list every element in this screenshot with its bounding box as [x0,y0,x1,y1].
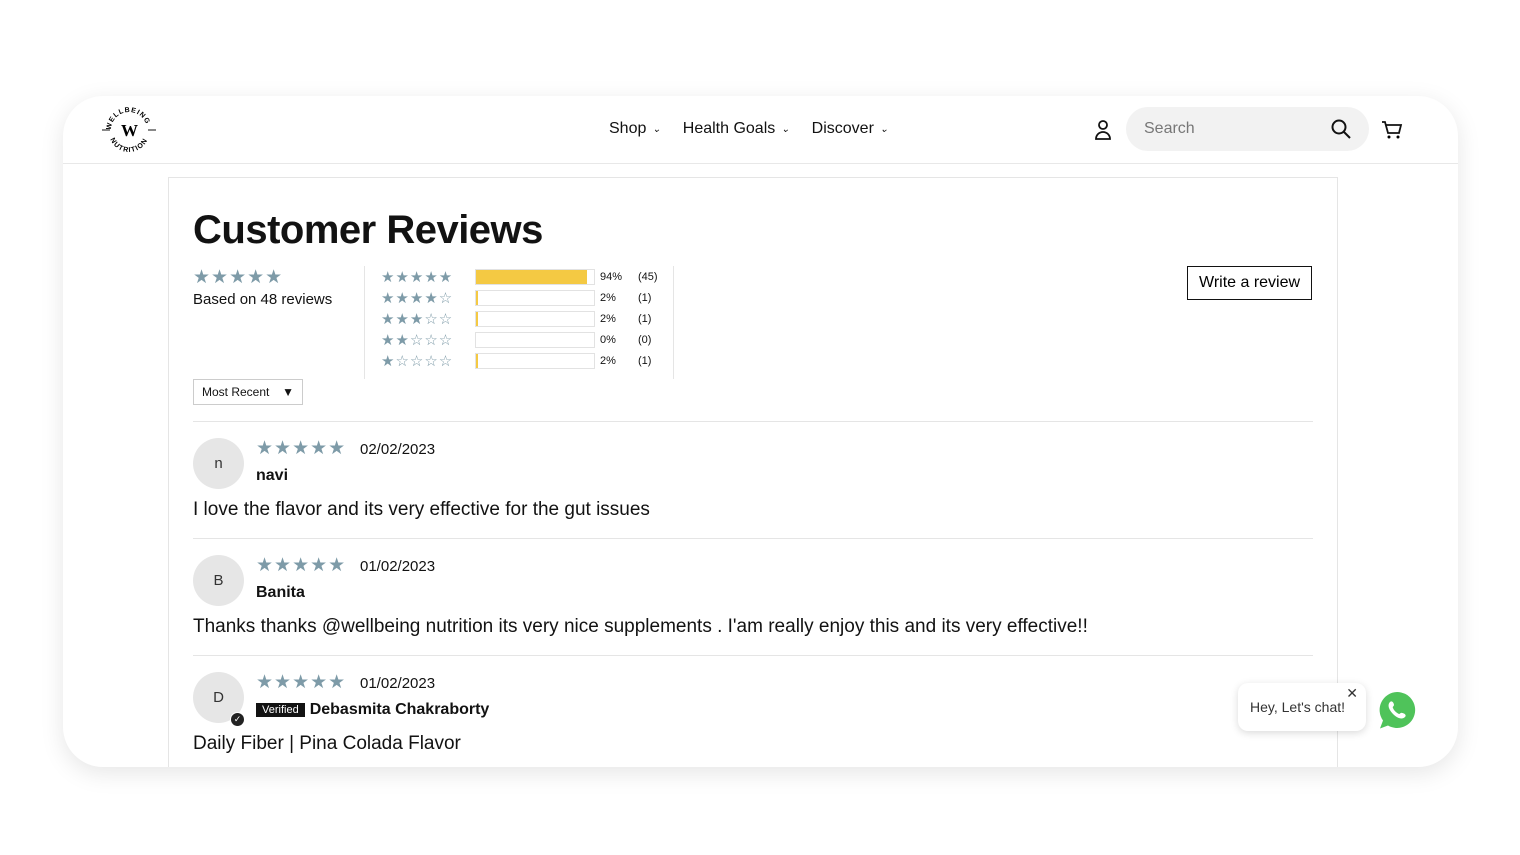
histogram-row[interactable]: ★★★☆☆ 2% (1) [381,308,673,329]
verified-check-icon: ✓ [230,712,245,727]
close-icon[interactable]: ✕ [1346,685,1358,702]
histogram-bar-fill [476,311,479,326]
star-rating-icon: ★★☆☆☆ [381,331,454,349]
reviewer-name-text: Debasmita Chakraborty [309,701,490,718]
nav-discover[interactable]: Discover ⌄ [812,120,889,138]
wellbeing-nutrition-logo[interactable]: WELLBEING NUTRITION W [99,100,159,160]
reviewer-name: Banita [256,584,305,602]
nav-health-goals[interactable]: Health Goals ⌄ [683,120,790,138]
reviewer-name-text: Banita [256,584,305,601]
review-item: D ✓ ★★★★★ 01/02/2023 Verified Debasmita Ch… [193,655,1313,767]
review-count: Based on 48 reviews [193,291,333,308]
sort-select[interactable]: Most Recent ▼ [193,379,303,405]
star-rating-icon: ★★★☆☆ [381,310,454,328]
review-body: Thanks thanks @wellbeing nutrition its v… [193,616,1088,637]
avatar-initial: B [213,572,224,589]
review-date: 01/02/2023 [360,675,436,692]
review-body: I love the flavor and its very effective… [193,499,650,520]
histogram-row[interactable]: ★★☆☆☆ 0% (0) [381,329,673,350]
histogram-row[interactable]: ★☆☆☆☆ 2% (1) [381,350,673,371]
star-rating-icon: ★★★★☆ [381,289,454,307]
search-bar [1126,107,1369,151]
star-rating-icon: ★☆☆☆☆ [381,352,454,370]
histogram-percent: 2% [600,312,616,325]
star-rating-icon: ★★★★★ [381,268,454,286]
chevron-down-icon: ⌄ [652,123,661,135]
chat-bubble[interactable]: Hey, Let's chat! ✕ [1238,683,1366,731]
histogram-bar-fill [476,353,479,368]
histogram-bar [475,331,595,348]
avatar-initial: n [214,455,223,472]
review-stars: ★★★★★ [256,555,347,576]
avatar: n [193,438,244,489]
chat-text: Hey, Let's chat! [1250,699,1346,715]
histogram-bar [475,352,595,369]
average-rating-stars: ★★★★★ [193,267,284,288]
search-input[interactable] [1144,120,1314,138]
site-header: WELLBEING NUTRITION W Shop ⌄ Health Goals… [63,96,1458,164]
histogram-percent: 0% [600,333,616,346]
chevron-down-icon: ⌄ [879,123,889,135]
sort-value: Most Recent [202,385,270,399]
histogram-row[interactable]: ★★★★★ 94% (45) [381,266,673,287]
review-item: n ★★★★★ 02/02/2023 navi I love the flavo… [193,421,1313,538]
cart-icon[interactable] [1381,120,1403,140]
histogram-count: (0) [638,333,652,346]
histogram-bar [475,310,595,327]
page-title: Customer Reviews [193,208,543,252]
histogram-count: (1) [638,312,652,325]
reviews-widget: Customer Reviews ★★★★★ Based on 48 revie… [168,177,1416,767]
histogram-bar [475,268,595,285]
main-nav: Shop ⌄ Health Goals ⌄ Discover ⌄ [609,120,888,138]
review-item: B ★★★★★ 01/02/2023 Banita Thanks thanks … [193,538,1313,655]
account-icon[interactable] [1094,119,1112,141]
nav-shop[interactable]: Shop ⌄ [609,120,661,138]
dropdown-arrow-icon: ▼ [282,385,294,399]
histogram-bar-fill [476,290,479,305]
histogram-bar-fill [476,269,587,284]
histogram-percent: 2% [600,354,616,367]
review-stars: ★★★★★ [256,438,347,459]
rating-histogram: ★★★★★ 94% (45) ★★★★☆ 2% (1) ★★★☆☆ 2% (1) ★★☆☆☆ 0% (… [364,266,674,379]
chevron-down-icon: ⌄ [781,123,790,135]
review-date: 01/02/2023 [360,558,436,575]
avatar-initial: D [213,689,224,706]
reviewer-name: Verified Debasmita Chakraborty [256,701,489,719]
svg-text:W: W [121,121,138,140]
histogram-count: (45) [638,270,658,283]
page-card: WELLBEING NUTRITION W Shop ⌄ Health Goals… [63,96,1458,767]
reviewer-name-text: navi [256,467,289,484]
histogram-percent: 2% [600,291,616,304]
avatar: B [193,555,244,606]
histogram-bar [475,289,595,306]
histogram-row[interactable]: ★★★★☆ 2% (1) [381,287,673,308]
verified-badge: Verified [256,703,305,717]
review-stars: ★★★★★ [256,672,347,693]
histogram-percent: 94% [600,270,623,283]
search-icon[interactable] [1331,119,1351,139]
whatsapp-icon[interactable] [1377,690,1417,730]
histogram-count: (1) [638,291,652,304]
review-date: 02/02/2023 [360,441,436,458]
reviewer-name: navi [256,467,288,485]
histogram-count: (1) [638,354,652,367]
avatar: D ✓ [193,672,245,727]
write-review-button[interactable]: Write a review [1187,266,1313,300]
review-body: Daily Fiber | Pina Colada Flavor [193,733,461,754]
